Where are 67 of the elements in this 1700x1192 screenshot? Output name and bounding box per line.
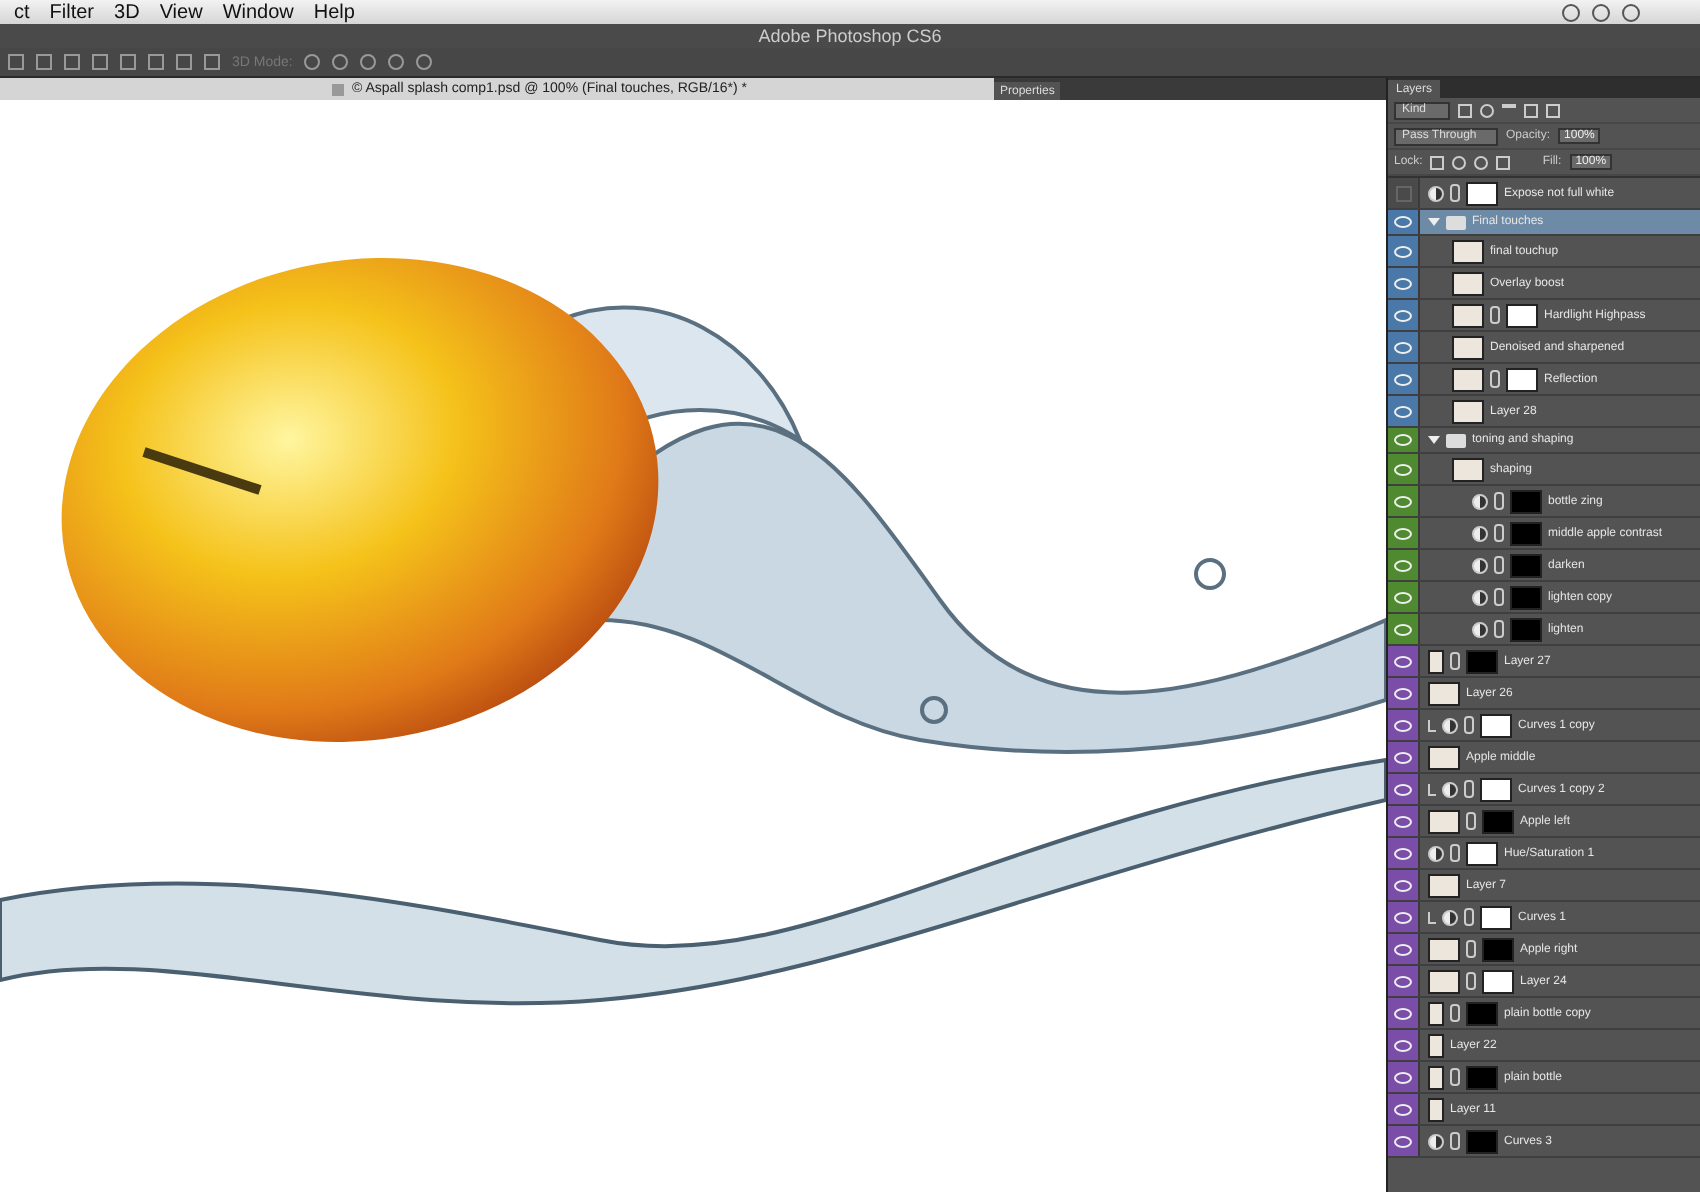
menu-item[interactable]: 3D: [104, 1, 150, 23]
layer-thumbnail: [1452, 457, 1484, 481]
eye-icon[interactable]: [1394, 463, 1412, 475]
folder-icon: [1446, 215, 1466, 229]
eye-icon[interactable]: [1394, 527, 1412, 539]
eye-icon[interactable]: [1394, 591, 1412, 603]
eye-icon[interactable]: [1394, 1039, 1412, 1051]
layer-thumbnail: [1428, 745, 1460, 769]
eye-icon[interactable]: [1394, 216, 1412, 228]
eye-icon[interactable]: [1394, 341, 1412, 353]
chain-icon: [1450, 652, 1460, 670]
layer-thumbnail: [1428, 809, 1460, 833]
eye-icon[interactable]: [1394, 1103, 1412, 1115]
layer-thumbnail: [1428, 937, 1460, 961]
adjustment-icon: [1442, 909, 1458, 925]
eye-icon[interactable]: [1394, 847, 1412, 859]
eye-icon[interactable]: [1394, 751, 1412, 763]
eye-icon[interactable]: [1394, 309, 1412, 321]
adjustment-icon: [1428, 1133, 1444, 1149]
eye-icon[interactable]: [1394, 623, 1412, 635]
eye-icon[interactable]: [1394, 879, 1412, 891]
eye-icon[interactable]: [1394, 1071, 1412, 1083]
chain-icon: [1490, 306, 1500, 324]
layer-thumbnail: [1452, 239, 1484, 263]
eye-icon[interactable]: [1394, 719, 1412, 731]
eye-icon[interactable]: [1394, 975, 1412, 987]
eye-icon[interactable]: [1394, 943, 1412, 955]
eye-icon[interactable]: [1394, 815, 1412, 827]
menu-item[interactable]: Filter: [39, 1, 105, 23]
adjustment-icon: [1442, 717, 1458, 733]
eye-icon[interactable]: [1394, 1135, 1412, 1147]
adjustment-icon: [1428, 845, 1444, 861]
eye-icon[interactable]: [1394, 783, 1412, 795]
eye-icon[interactable]: [1394, 405, 1412, 417]
window-title: Adobe Photoshop CS6: [758, 26, 942, 46]
layer-thumbnail: [1452, 335, 1484, 359]
eye-icon[interactable]: [1394, 277, 1412, 289]
chain-icon: [1490, 370, 1500, 388]
eye-icon[interactable]: [1394, 495, 1412, 507]
layer-thumbnail: [1452, 271, 1484, 295]
eye-icon[interactable]: [1394, 655, 1412, 667]
layer-thumbnail: [1452, 303, 1484, 327]
layer-thumbnail: [1428, 681, 1460, 705]
layer-thumbnail: [1428, 873, 1460, 897]
eye-icon[interactable]: [1394, 1007, 1412, 1019]
layer-thumbnail: [1452, 367, 1484, 391]
layer-thumbnail: [1452, 399, 1484, 423]
eye-icon[interactable]: [1394, 373, 1412, 385]
eye-icon[interactable]: [1394, 434, 1412, 446]
adjustment-icon: [1428, 185, 1444, 201]
chain-icon: [1450, 184, 1460, 202]
menu-item[interactable]: View: [149, 1, 213, 23]
menu-item[interactable]: ct: [4, 1, 40, 23]
eye-icon[interactable]: [1394, 911, 1412, 923]
circle-icon[interactable]: [1480, 103, 1494, 117]
folder-icon: [1446, 433, 1466, 447]
chain-icon: [1450, 1068, 1460, 1086]
eye-icon[interactable]: [1394, 559, 1412, 571]
adjustment-icon: [1442, 781, 1458, 797]
square-icon[interactable]: [1524, 103, 1538, 117]
menu-item[interactable]: Window: [212, 1, 304, 23]
eye-icon[interactable]: [1394, 245, 1412, 257]
chain-icon: [1464, 716, 1474, 734]
eye-icon[interactable]: [1394, 687, 1412, 699]
layer-thumbnail: [1428, 969, 1460, 993]
menu-item[interactable]: Help: [303, 1, 365, 23]
chain-icon: [1450, 1132, 1460, 1150]
